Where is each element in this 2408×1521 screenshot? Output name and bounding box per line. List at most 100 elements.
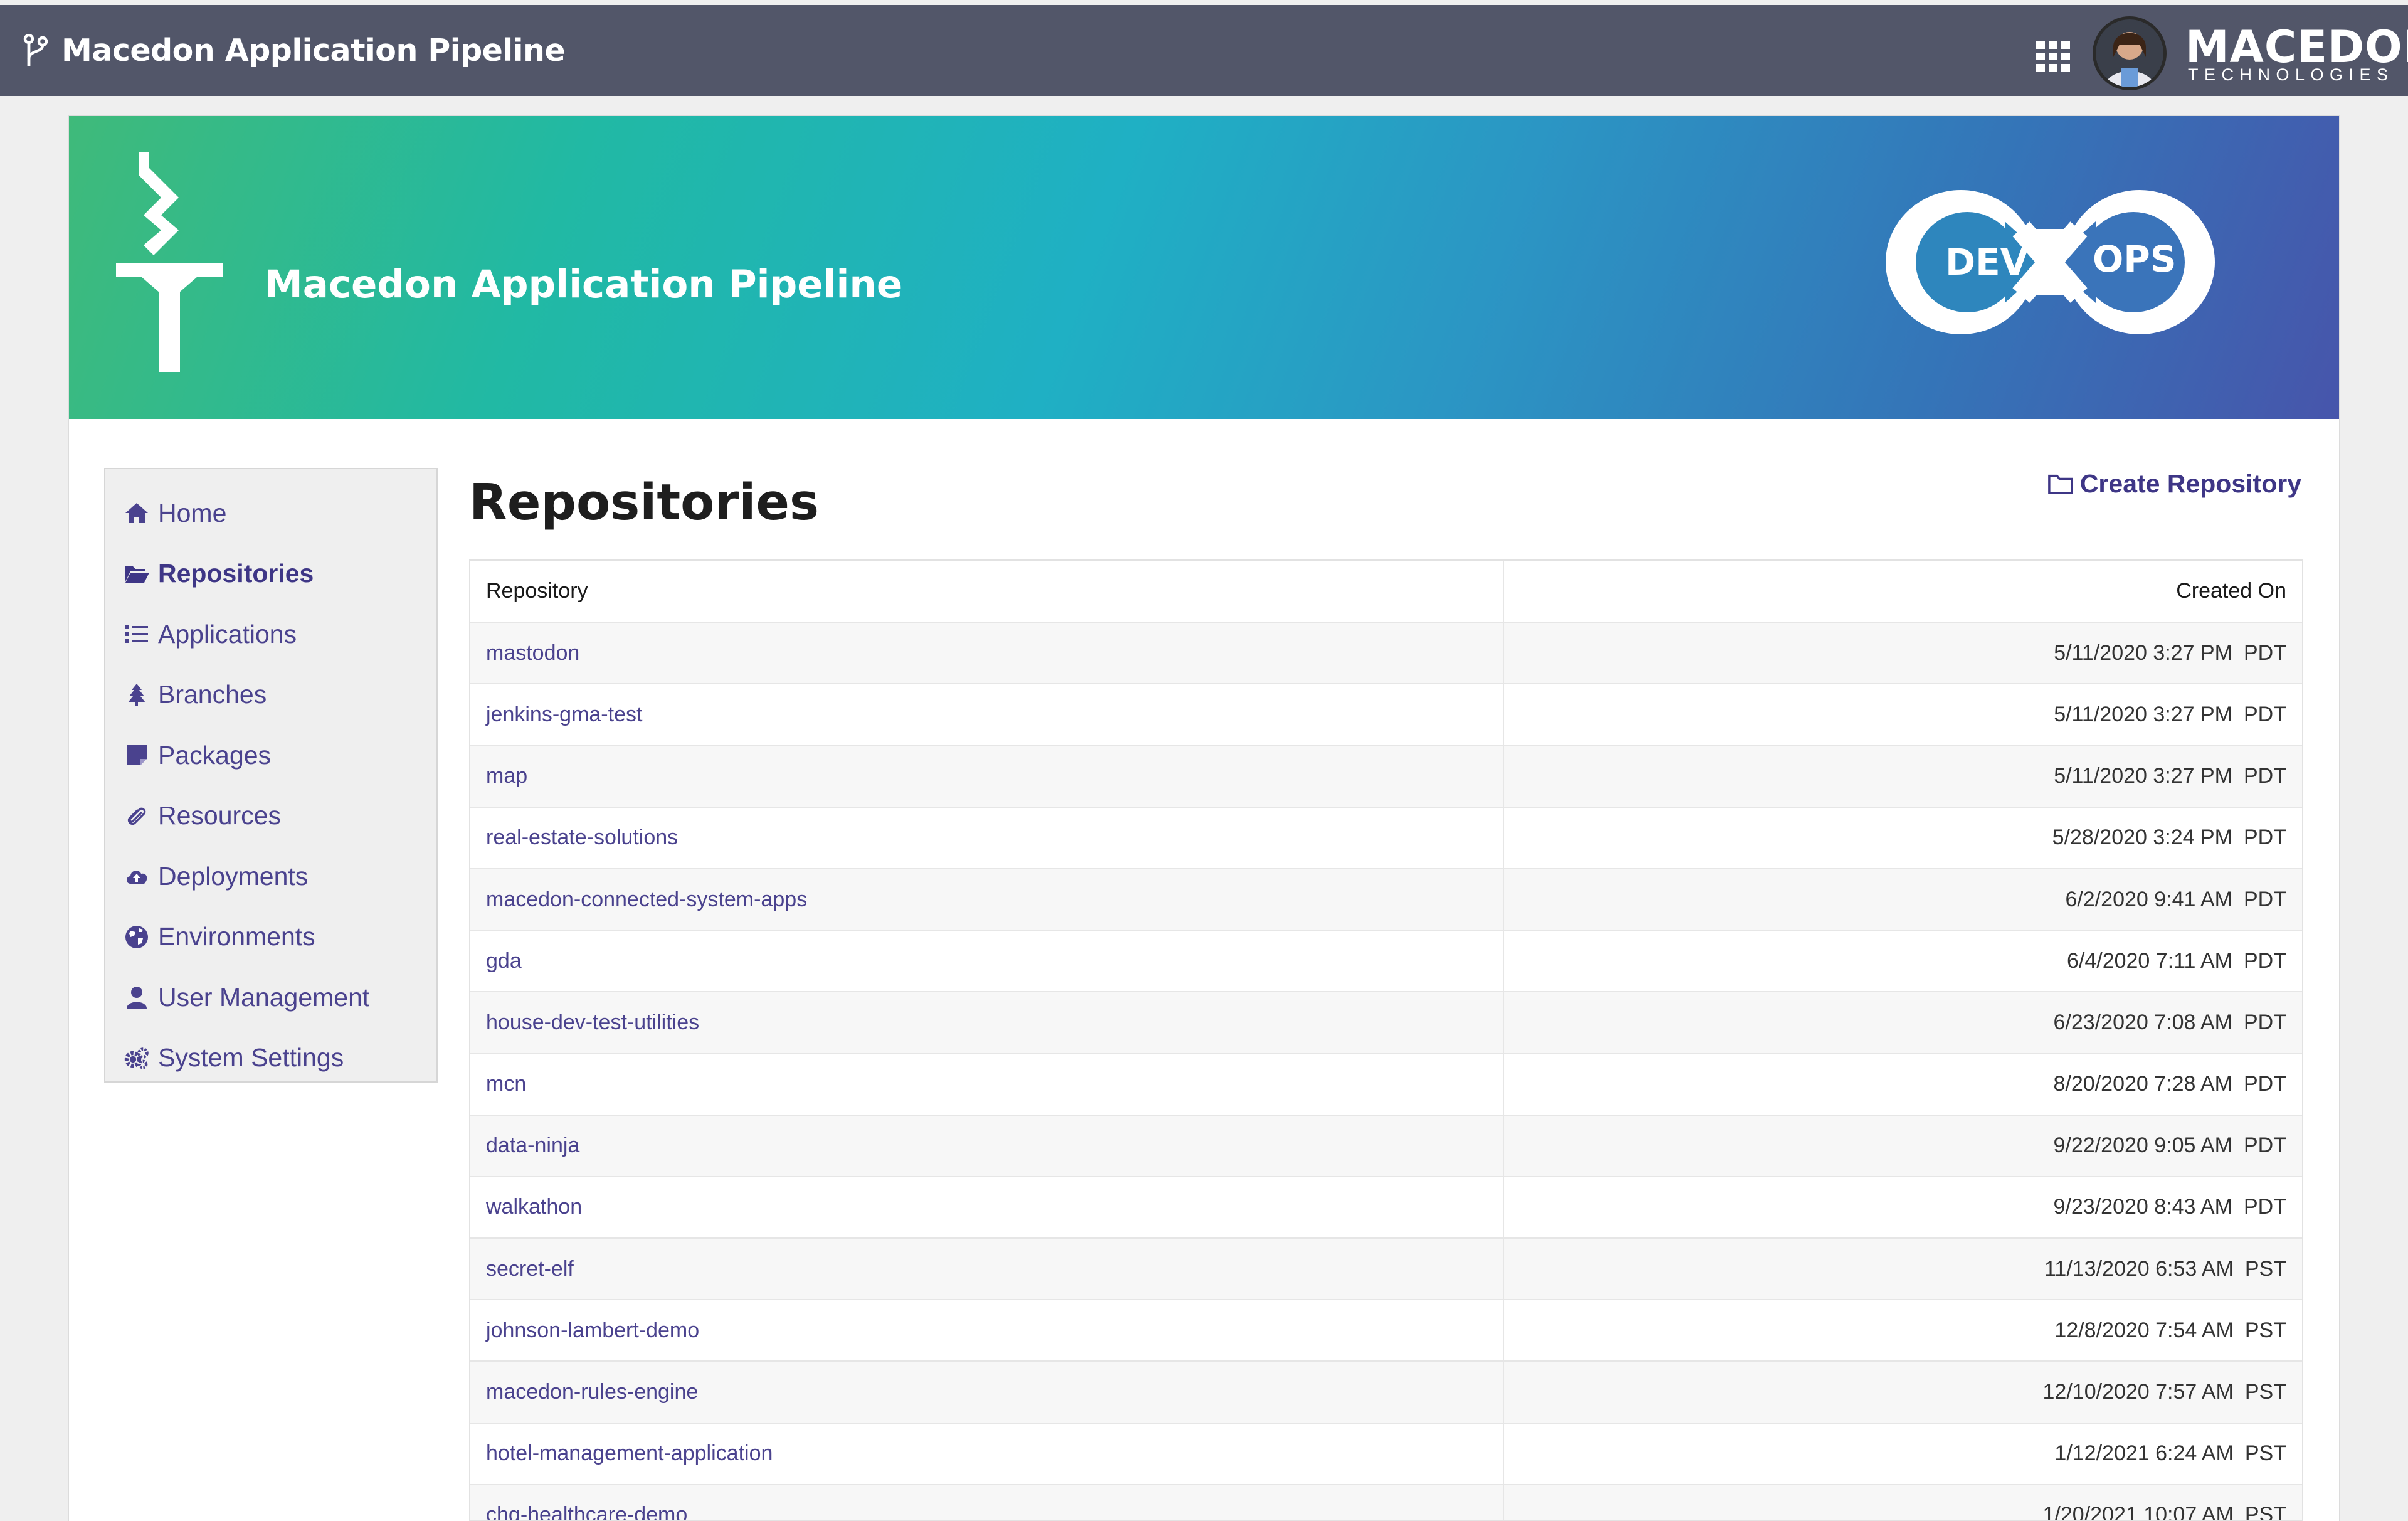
- created-date: 1/12/2021 6:24 AM: [2054, 1441, 2234, 1466]
- repository-link[interactable]: chg-healthcare-demo: [470, 1484, 1504, 1520]
- repository-link[interactable]: map: [470, 745, 1504, 808]
- repository-link[interactable]: jenkins-gma-test: [470, 684, 1504, 746]
- timezone: PDT: [2244, 887, 2286, 911]
- sidebar-item-resources[interactable]: Resources: [105, 786, 436, 847]
- folder-open-icon: [125, 566, 149, 583]
- created-date: 1/20/2021 10:07 AM: [2042, 1503, 2234, 1521]
- timezone: PDT: [2244, 702, 2286, 726]
- created-on-cell: 12/8/2020 7:54 AM PST: [1504, 1300, 2302, 1362]
- sidebar-item-label: System Settings: [158, 1043, 344, 1073]
- table-row: secret-elf 11/13/2020 6:53 AM PST: [470, 1238, 2302, 1301]
- created-on-cell: 6/4/2020 7:11 AM PDT: [1504, 930, 2302, 993]
- table-row: walkathon 9/23/2020 8:43 AM PDT: [470, 1176, 2302, 1239]
- table-row: real-estate-solutions 5/28/2020 3:24 PM PD…: [470, 807, 2302, 869]
- table-row: mastodon 5/11/2020 3:27 PM PDT: [470, 622, 2302, 685]
- created-on-cell: 9/22/2020 9:05 AM PDT: [1504, 1115, 2302, 1177]
- created-date: 9/23/2020 8:43 AM: [2053, 1195, 2232, 1219]
- sidebar-item-applications[interactable]: Applications: [105, 604, 436, 665]
- sidebar-item-branches[interactable]: Branches: [105, 665, 436, 726]
- created-date: 12/10/2020 7:57 AM: [2042, 1380, 2234, 1404]
- sidebar-item-deployments[interactable]: Deployments: [105, 846, 436, 907]
- table-header-row: Repository Created On: [470, 561, 2302, 623]
- sidebar-item-label: Home: [158, 498, 227, 527]
- created-date: 9/22/2020 9:05 AM: [2053, 1133, 2232, 1158]
- repository-link[interactable]: johnson-lambert-demo: [470, 1300, 1504, 1362]
- repository-link[interactable]: macedon-rules-engine: [470, 1361, 1504, 1424]
- created-on-cell: 6/23/2020 7:08 AM PDT: [1504, 992, 2302, 1054]
- column-header-created-on[interactable]: Created On: [1504, 561, 2302, 623]
- column-header-repository[interactable]: Repository: [470, 561, 1504, 623]
- created-date: 5/28/2020 3:24 PM: [2052, 825, 2232, 850]
- gears-icon: [124, 1047, 149, 1069]
- timezone: PDT: [2244, 825, 2286, 850]
- repository-link[interactable]: mcn: [470, 1053, 1504, 1116]
- timezone: PST: [2244, 1256, 2286, 1281]
- list-icon: [125, 625, 148, 644]
- timezone: PDT: [2244, 1133, 2286, 1158]
- apps-grid-icon[interactable]: [2036, 41, 2070, 72]
- created-on-cell: 6/2/2020 9:41 AM PDT: [1504, 868, 2302, 931]
- timezone: PDT: [2244, 764, 2286, 788]
- sidebar-item-label: Resources: [158, 801, 281, 830]
- created-date: 5/11/2020 3:27 PM: [2054, 764, 2232, 788]
- banner-title: Macedon Application Pipeline: [265, 262, 903, 307]
- created-on-cell: 1/20/2021 10:07 AM PST: [1504, 1484, 2302, 1521]
- repository-link[interactable]: real-estate-solutions: [470, 807, 1504, 869]
- paperclip-icon: [127, 807, 146, 825]
- page-title: Repositories: [469, 474, 820, 531]
- created-on-cell: 12/10/2020 7:57 AM PST: [1504, 1361, 2302, 1424]
- devops-ops-label: OPS: [2093, 238, 2177, 280]
- created-date: 6/4/2020 7:11 AM: [2066, 948, 2232, 973]
- cloud-upload-icon: [127, 871, 147, 884]
- top-bar: Macedon Application Pipeline MACEDON TEC…: [0, 5, 2408, 96]
- timezone: PDT: [2244, 948, 2286, 973]
- timezone: PST: [2244, 1441, 2286, 1466]
- brand-tagline: TECHNOLOGIES: [2188, 65, 2394, 84]
- table-row: house-dev-test-utilities 6/23/2020 7:08 A…: [470, 992, 2302, 1054]
- table-row: johnson-lambert-demo 12/8/2020 7:54 AM PST: [470, 1300, 2302, 1362]
- created-date: 5/11/2020 3:27 PM: [2054, 702, 2232, 726]
- app-title[interactable]: Macedon Application Pipeline: [61, 33, 566, 68]
- sidebar-item-system-settings[interactable]: System Settings: [105, 1028, 436, 1089]
- sidebar-item-label: Packages: [158, 740, 272, 770]
- table-row: mcn 8/20/2020 7:28 AM PDT: [470, 1053, 2302, 1116]
- created-date: 6/23/2020 7:08 AM: [2053, 1010, 2232, 1034]
- repositories-table: Repository Created On mastodon 5/11/2020 …: [469, 559, 2303, 1521]
- repository-link[interactable]: house-dev-test-utilities: [470, 992, 1504, 1054]
- avatar-portrait: [2096, 19, 2163, 87]
- repository-link[interactable]: macedon-connected-system-apps: [470, 868, 1504, 931]
- repository-link[interactable]: data-ninja: [470, 1115, 1504, 1177]
- repository-link[interactable]: gda: [470, 930, 1504, 993]
- package-icon: [127, 745, 147, 766]
- timezone: PST: [2244, 1380, 2286, 1404]
- sidebar-item-home[interactable]: Home: [105, 483, 436, 544]
- tree-icon: [128, 683, 145, 706]
- table-row: data-ninja 9/22/2020 9:05 AM PDT: [470, 1115, 2302, 1177]
- table-row: macedon-connected-system-apps 6/2/2020 9:…: [470, 868, 2302, 931]
- timezone: PST: [2244, 1503, 2286, 1521]
- sidebar-nav: Home Repositories Applications Branches …: [104, 468, 438, 1083]
- created-on-cell: 9/23/2020 8:43 AM PDT: [1504, 1176, 2302, 1239]
- table-row: hotel-management-application 1/12/2021 6:…: [470, 1423, 2302, 1485]
- repository-link[interactable]: mastodon: [470, 622, 1504, 685]
- create-repository-label: Create Repository: [2079, 469, 2301, 498]
- repository-link[interactable]: secret-elf: [470, 1238, 1504, 1301]
- created-date: 11/13/2020 6:53 AM: [2044, 1256, 2234, 1281]
- sidebar-item-label: Deployments: [158, 861, 309, 891]
- sidebar-item-label: Repositories: [158, 559, 314, 588]
- sidebar-item-repositories[interactable]: Repositories: [105, 544, 436, 605]
- created-on-cell: 8/20/2020 7:28 AM PDT: [1504, 1053, 2302, 1116]
- pipeline-logo-icon: [116, 152, 223, 372]
- home-icon: [125, 503, 148, 524]
- sidebar-item-packages[interactable]: Packages: [105, 725, 436, 786]
- create-repository-link[interactable]: Create Repository: [2047, 469, 2301, 499]
- repository-link[interactable]: hotel-management-application: [470, 1423, 1504, 1485]
- hero-banner: Macedon Application Pipeline DEV OPS: [69, 116, 2339, 419]
- created-date: 12/8/2020 7:54 AM: [2054, 1318, 2234, 1342]
- created-on-cell: 1/12/2021 6:24 AM PST: [1504, 1423, 2302, 1485]
- created-date: 5/11/2020 3:27 PM: [2054, 640, 2232, 665]
- user-avatar[interactable]: [2093, 16, 2167, 90]
- sidebar-item-user-management[interactable]: User Management: [105, 967, 436, 1028]
- sidebar-item-environments[interactable]: Environments: [105, 907, 436, 968]
- repository-link[interactable]: walkathon: [470, 1176, 1504, 1239]
